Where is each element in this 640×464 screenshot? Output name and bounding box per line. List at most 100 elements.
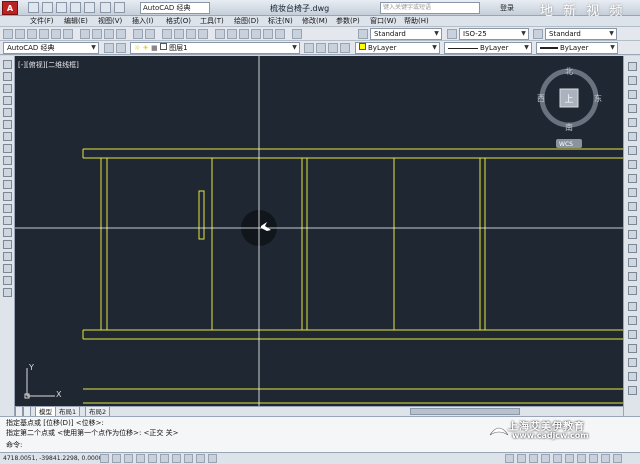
break-at-point-icon[interactable]	[628, 216, 637, 225]
multiline-text-icon[interactable]	[3, 276, 12, 285]
fillet-icon[interactable]	[628, 272, 637, 281]
add-selected-icon[interactable]	[3, 288, 12, 297]
properties-icon[interactable]	[628, 316, 637, 325]
menu-dimension[interactable]: 标注(N)	[268, 16, 293, 27]
menu-help[interactable]: 帮助(H)	[404, 16, 429, 27]
annotation-scale-icon[interactable]	[553, 454, 562, 463]
dynamic-ucs-icon[interactable]	[172, 454, 181, 463]
undo-icon[interactable]	[100, 2, 111, 13]
polyline-icon[interactable]	[3, 84, 12, 93]
grid-icon[interactable]	[112, 454, 121, 463]
lock-icon[interactable]	[577, 454, 586, 463]
copy-icon[interactable]	[628, 76, 637, 85]
viewcube[interactable]: 上 北 南 东 西 WCS	[537, 67, 602, 148]
region-icon[interactable]	[3, 252, 12, 261]
point-icon[interactable]	[3, 216, 12, 225]
ellipse-icon[interactable]	[3, 168, 12, 177]
dim-style-select[interactable]: ISO-25 ▼	[459, 28, 529, 40]
model-space-icon[interactable]	[505, 454, 514, 463]
rectangle-icon[interactable]	[3, 108, 12, 117]
quick-view-icon[interactable]	[517, 454, 526, 463]
trim-icon[interactable]	[628, 188, 637, 197]
dynamic-input-icon[interactable]	[184, 454, 193, 463]
application-menu-button[interactable]: A	[2, 1, 18, 15]
explode-icon[interactable]	[628, 286, 637, 295]
redo-icon[interactable]	[114, 2, 125, 13]
quick-properties-icon[interactable]	[208, 454, 217, 463]
menu-edit[interactable]: 编辑(E)	[64, 16, 88, 27]
redo-icon[interactable]	[145, 29, 155, 39]
pan-icon[interactable]	[529, 454, 538, 463]
workspace-selector[interactable]: AutoCAD 经典	[140, 2, 210, 14]
status-menu-icon[interactable]	[601, 454, 610, 463]
layer-previous-icon[interactable]	[316, 43, 326, 53]
save-as-icon[interactable]	[70, 2, 81, 13]
open-icon[interactable]	[15, 29, 25, 39]
menu-format[interactable]: 格式(O)	[166, 16, 191, 27]
rotate-icon[interactable]	[628, 146, 637, 155]
save-icon[interactable]	[56, 2, 67, 13]
polar-icon[interactable]	[136, 454, 145, 463]
erase-icon[interactable]	[628, 62, 637, 71]
menu-modify[interactable]: 修改(M)	[302, 16, 328, 27]
print-icon[interactable]	[84, 2, 95, 13]
radius-dimension-icon[interactable]	[628, 372, 637, 381]
scale-icon[interactable]	[628, 160, 637, 169]
hatch-icon[interactable]	[3, 228, 12, 237]
layer-properties-icon[interactable]	[116, 43, 126, 53]
match-properties-icon[interactable]	[116, 29, 126, 39]
layer-tools-icon[interactable]	[340, 43, 350, 53]
preview-icon[interactable]	[51, 29, 61, 39]
polygon-icon[interactable]	[3, 96, 12, 105]
color-select[interactable]: ByLayer ▼	[355, 42, 440, 54]
help-icon[interactable]	[292, 29, 302, 39]
zoom-icon[interactable]	[541, 454, 550, 463]
insert-block-icon[interactable]	[3, 192, 12, 201]
menu-parameters[interactable]: 参数(P)	[336, 16, 360, 27]
horizontal-scrollbar[interactable]	[140, 406, 623, 416]
pan-icon[interactable]	[162, 29, 172, 39]
menu-tools[interactable]: 工具(T)	[200, 16, 224, 27]
menu-draw[interactable]: 绘图(D)	[234, 16, 259, 27]
join-icon[interactable]	[628, 244, 637, 253]
spline-icon[interactable]	[3, 156, 12, 165]
aligned-dimension-icon[interactable]	[628, 358, 637, 367]
mirror-icon[interactable]	[628, 90, 637, 99]
workspace-switch-icon[interactable]	[565, 454, 574, 463]
object-snap-icon[interactable]	[148, 454, 157, 463]
layer-state-icon[interactable]	[328, 43, 338, 53]
chamfer-icon[interactable]	[628, 258, 637, 267]
lineweight-select[interactable]: ByLayer ▼	[536, 42, 618, 54]
tool-palettes-icon[interactable]	[239, 29, 249, 39]
ellipse-arc-icon[interactable]	[3, 180, 12, 189]
offset-icon[interactable]	[628, 104, 637, 113]
linear-dimension-icon[interactable]	[628, 344, 637, 353]
zoom-realtime-icon[interactable]	[174, 29, 184, 39]
viewport-controls[interactable]: [-][俯视][二维线框]	[18, 60, 79, 70]
print-icon[interactable]	[39, 29, 49, 39]
move-icon[interactable]	[628, 132, 637, 141]
object-track-icon[interactable]	[160, 454, 169, 463]
menu-insert[interactable]: 插入(I)	[132, 16, 154, 27]
copy-icon[interactable]	[92, 29, 102, 39]
menu-view[interactable]: 视图(V)	[98, 16, 122, 27]
layer-icon[interactable]	[628, 330, 637, 339]
calculator-icon[interactable]	[275, 29, 285, 39]
clean-screen-icon[interactable]	[613, 454, 622, 463]
search-input[interactable]: 键入关键字或短语	[380, 2, 480, 14]
revision-cloud-icon[interactable]	[3, 144, 12, 153]
menu-window[interactable]: 窗口(W)	[370, 16, 396, 27]
make-block-icon[interactable]	[3, 204, 12, 213]
table-style-select[interactable]: Standard ▼	[545, 28, 617, 40]
workspace-settings-icon[interactable]	[104, 43, 114, 53]
layer-select[interactable]: ☼ ☀ ■ 图层1 ▼	[130, 42, 300, 54]
ortho-icon[interactable]	[124, 454, 133, 463]
snap-mode-icon[interactable]	[100, 454, 109, 463]
zoom-previous-icon[interactable]	[198, 29, 208, 39]
arc-icon[interactable]	[3, 120, 12, 129]
stretch-icon[interactable]	[628, 174, 637, 183]
linetype-select[interactable]: ByLayer ▼	[444, 42, 532, 54]
scrollbar-thumb[interactable]	[410, 408, 520, 415]
circle-icon[interactable]	[3, 132, 12, 141]
markup-icon[interactable]	[263, 29, 273, 39]
